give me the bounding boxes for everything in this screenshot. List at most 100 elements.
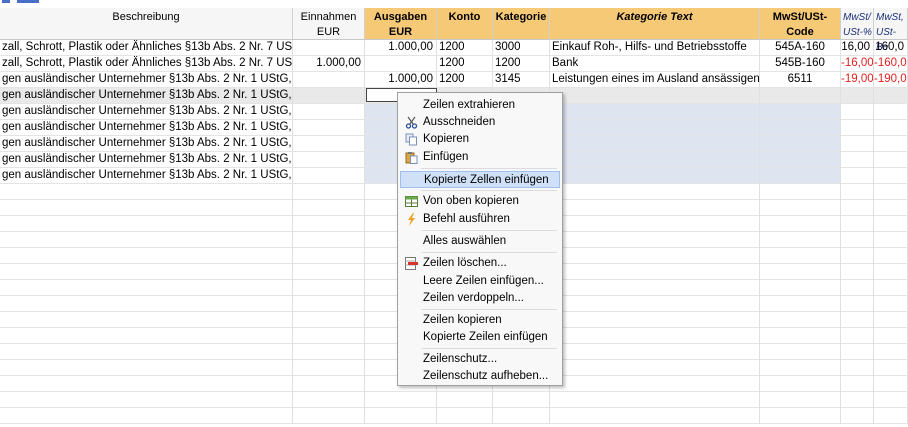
menu-item-leere-zeilen-einfuegen[interactable]: Leere Zeilen einfügen... (400, 273, 560, 290)
menu-item-zeilen-loeschen[interactable]: Zeilen löschen... (400, 255, 560, 272)
cell-mwst-pct[interactable] (841, 216, 874, 232)
cell-beschreibung[interactable] (0, 328, 293, 344)
cell-mwst-betrag[interactable] (874, 88, 908, 104)
cell-kategorie-text[interactable] (550, 360, 760, 376)
menu-item-einfuegen[interactable]: Einfügen (400, 149, 560, 166)
cell-beschreibung[interactable] (0, 376, 293, 392)
menu-item-kopierte-zellen-einfuegen[interactable]: Kopierte Zellen einfügen (400, 171, 560, 188)
cell-kategorie-text[interactable]: Leistungen eines im Ausland ansässigen (550, 72, 760, 88)
cell-mwst-pct[interactable] (841, 392, 874, 408)
cell-mwst-pct[interactable] (841, 376, 874, 392)
cell-mwst-betrag[interactable] (874, 200, 908, 216)
cell-mwst-pct[interactable] (841, 184, 874, 200)
cell-mwst-pct[interactable] (841, 104, 874, 120)
cell-mwst-pct[interactable] (841, 200, 874, 216)
cell-mwst-pct[interactable]: 16,00 (841, 40, 874, 56)
cell-kategorie-text[interactable] (550, 120, 760, 136)
cell-mwst-betrag[interactable] (874, 232, 908, 248)
cell-mwst-pct[interactable] (841, 168, 874, 184)
cell-beschreibung[interactable]: gen ausländischer Unternehmer §13b Abs. … (0, 120, 293, 136)
cell-kategorie[interactable]: 3000 (493, 40, 550, 56)
cell-kategorie[interactable] (493, 392, 550, 408)
cell-einnahmen[interactable] (293, 168, 365, 184)
menu-item-alles-auswaehlen[interactable]: Alles auswählen (400, 233, 560, 250)
cell-mwst-pct[interactable] (841, 232, 874, 248)
cell-mwst-betrag[interactable] (874, 280, 908, 296)
col-header-kategorie-text[interactable]: Kategorie Text (550, 8, 760, 40)
cell-einnahmen[interactable] (293, 216, 365, 232)
cell-mwst-betrag[interactable] (874, 328, 908, 344)
cell-mwst-pct[interactable]: -19,00 (841, 72, 874, 88)
cell-mwst-code[interactable] (760, 104, 841, 120)
cell-einnahmen[interactable] (293, 184, 365, 200)
cell-beschreibung[interactable]: gen ausländischer Unternehmer §13b Abs. … (0, 88, 293, 104)
menu-item-kopierte-zeilen-einfuegen[interactable]: Kopierte Zeilen einfügen (400, 329, 560, 346)
cell-kategorie-text[interactable] (550, 168, 760, 184)
cell-mwst-pct[interactable]: -16,00 (841, 56, 874, 72)
cell-mwst-betrag[interactable] (874, 312, 908, 328)
cell-konto[interactable] (437, 408, 493, 424)
menu-item-ausschneiden[interactable]: Ausschneiden (400, 114, 560, 131)
col-header-konto[interactable]: Konto (437, 8, 493, 40)
cell-einnahmen[interactable] (293, 280, 365, 296)
col-header-beschreibung[interactable]: Beschreibung (0, 8, 293, 40)
cell-einnahmen[interactable] (293, 232, 365, 248)
cell-mwst-pct[interactable] (841, 136, 874, 152)
cell-einnahmen[interactable] (293, 392, 365, 408)
table-row[interactable]: zall, Schrott, Plastik oder Ähnliches §1… (0, 56, 908, 72)
cell-mwst-pct[interactable] (841, 120, 874, 136)
cell-mwst-pct[interactable] (841, 88, 874, 104)
cell-mwst-code[interactable] (760, 200, 841, 216)
col-header-ausgaben[interactable]: Ausgaben EUR (365, 8, 437, 40)
cell-mwst-code[interactable]: 545B-160 (760, 56, 841, 72)
cell-konto[interactable]: 1200 (437, 56, 493, 72)
col-header-einnahmen[interactable]: Einnahmen EUR (293, 8, 365, 40)
cell-kategorie-text[interactable] (550, 408, 760, 424)
cell-kategorie[interactable] (493, 408, 550, 424)
cell-mwst-code[interactable] (760, 280, 841, 296)
cell-mwst-betrag[interactable] (874, 360, 908, 376)
cell-mwst-betrag[interactable] (874, 104, 908, 120)
cell-beschreibung[interactable] (0, 344, 293, 360)
table-row[interactable]: gen ausländischer Unternehmer §13b Abs. … (0, 72, 908, 88)
cell-einnahmen[interactable] (293, 264, 365, 280)
cell-kategorie-text[interactable] (550, 392, 760, 408)
cell-mwst-pct[interactable] (841, 152, 874, 168)
cell-mwst-code[interactable] (760, 392, 841, 408)
cell-mwst-pct[interactable] (841, 328, 874, 344)
cell-kategorie-text[interactable] (550, 312, 760, 328)
col-header-kategorie[interactable]: Kategorie (493, 8, 550, 40)
cell-kategorie-text[interactable] (550, 344, 760, 360)
cell-mwst-pct[interactable] (841, 312, 874, 328)
menu-item-zeilen-kopieren[interactable]: Zeilen kopieren (400, 312, 560, 329)
cell-einnahmen[interactable] (293, 328, 365, 344)
cell-einnahmen[interactable] (293, 120, 365, 136)
menu-item-zeilenschutz[interactable]: Zeilenschutz... (400, 351, 560, 368)
cell-mwst-code[interactable] (760, 328, 841, 344)
cell-einnahmen[interactable] (293, 40, 365, 56)
cell-beschreibung[interactable] (0, 184, 293, 200)
cell-einnahmen[interactable] (293, 360, 365, 376)
cell-kategorie-text[interactable]: Bank (550, 56, 760, 72)
cell-mwst-code[interactable] (760, 216, 841, 232)
cell-mwst-betrag[interactable] (874, 136, 908, 152)
cell-mwst-betrag[interactable] (874, 248, 908, 264)
cell-einnahmen[interactable]: 1.000,00 (293, 56, 365, 72)
cell-kategorie-text[interactable]: Einkauf Roh-, Hilfs- und Betriebsstoffe (550, 40, 760, 56)
cell-einnahmen[interactable] (293, 152, 365, 168)
cell-einnahmen[interactable] (293, 72, 365, 88)
cell-mwst-pct[interactable] (841, 248, 874, 264)
cell-mwst-code[interactable] (760, 88, 841, 104)
col-header-mwst-betrag[interactable]: MwSt, USt-Be (874, 8, 908, 53)
cell-mwst-code[interactable] (760, 264, 841, 280)
cell-beschreibung[interactable] (0, 280, 293, 296)
cell-mwst-code[interactable] (760, 120, 841, 136)
cell-mwst-betrag[interactable] (874, 392, 908, 408)
cell-einnahmen[interactable] (293, 376, 365, 392)
cell-beschreibung[interactable] (0, 232, 293, 248)
cell-einnahmen[interactable] (293, 104, 365, 120)
cell-beschreibung[interactable]: gen ausländischer Unternehmer §13b Abs. … (0, 72, 293, 88)
cell-kategorie-text[interactable] (550, 184, 760, 200)
cell-beschreibung[interactable] (0, 264, 293, 280)
cell-mwst-pct[interactable] (841, 408, 874, 424)
